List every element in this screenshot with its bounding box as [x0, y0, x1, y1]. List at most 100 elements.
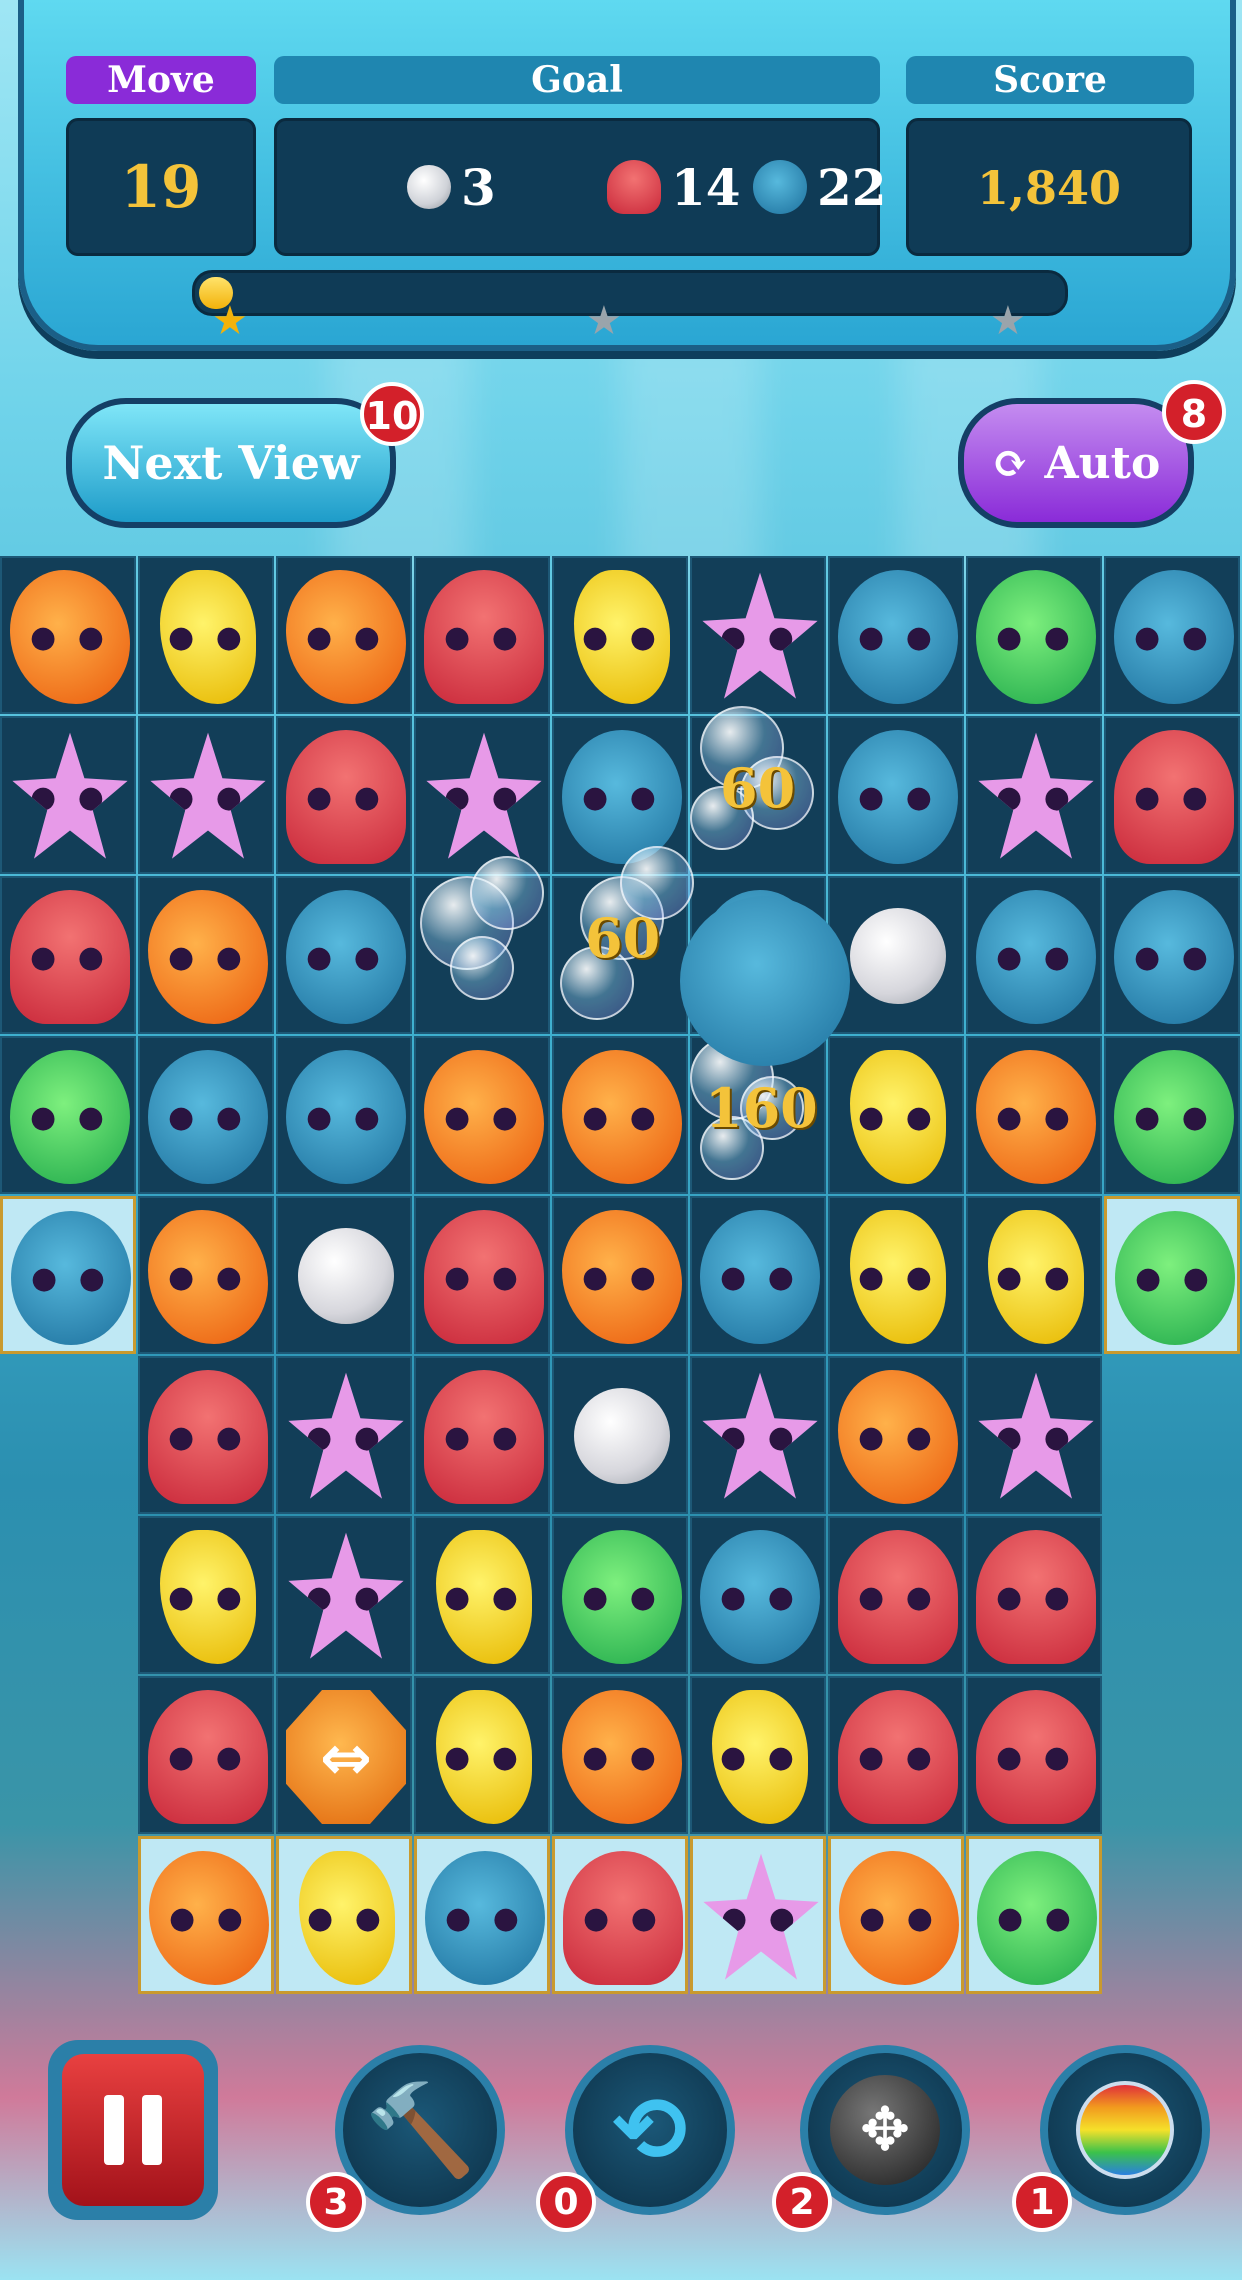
board-cell[interactable]: ● ● [828, 1356, 964, 1514]
next-view-button[interactable]: Next View [66, 398, 396, 528]
board-cell[interactable]: ● ● [552, 1196, 688, 1354]
octopus-piece-icon: ● ● [1114, 730, 1234, 864]
board-cell[interactable]: ● ● [138, 1516, 274, 1674]
board-cell[interactable]: ● ● [966, 1036, 1102, 1194]
board-cell[interactable]: ● ● [966, 1516, 1102, 1674]
dolphin-piece-icon: ● ● [11, 1211, 131, 1345]
board-cell[interactable]: ● ● [0, 876, 136, 1034]
octopus-piece-icon: ● ● [10, 890, 130, 1024]
auto-badge: 8 [1162, 380, 1226, 444]
board-cell[interactable]: ● ● [690, 1516, 826, 1674]
board-cell[interactable]: ● ● [138, 716, 274, 874]
board-cell[interactable]: ● ● [1104, 716, 1240, 874]
board-cell[interactable]: ● ● [1104, 1036, 1240, 1194]
dolphin-piece-icon: ● ● [1114, 890, 1234, 1024]
board-cell[interactable]: ● ● [828, 1516, 964, 1674]
board-cell[interactable]: ● ● [828, 1676, 964, 1834]
shuffle-icon: ⟲ [612, 2077, 688, 2183]
bomb-tool-badge: 2 [772, 2172, 832, 2232]
dolphin-piece-icon: ● ● [976, 890, 1096, 1024]
board-cell[interactable] [276, 1196, 412, 1354]
board-cell[interactable]: ● ● [0, 1036, 136, 1194]
hammer-tool-badge: 3 [306, 2172, 366, 2232]
board-cell[interactable]: ● ● [828, 1196, 964, 1354]
board-cell[interactable]: ● ● [414, 556, 550, 714]
board-cell[interactable]: ● ● [552, 1516, 688, 1674]
octopus-piece-icon: ● ● [976, 1530, 1096, 1664]
star-piece-icon: ● ● [426, 732, 542, 859]
star-piece-icon: ● ● [703, 1853, 819, 1980]
board-cell[interactable]: ● ● [0, 716, 136, 874]
dolphin-piece-icon: ● ● [700, 1530, 820, 1664]
board-cell[interactable]: ● ● [0, 1196, 136, 1354]
board-cell[interactable]: ● ● [690, 1356, 826, 1514]
board-cell[interactable]: ● ● [828, 556, 964, 714]
board-cell[interactable]: ● ● [828, 1036, 964, 1194]
board-cell[interactable]: ● ● [138, 876, 274, 1034]
board-cell[interactable]: ● ● [552, 1676, 688, 1834]
octopus-piece-icon: ● ● [148, 1370, 268, 1504]
seahorse-piece-icon: ● ● [712, 1690, 808, 1824]
board-cell[interactable]: ● ● [138, 1196, 274, 1354]
board-cell[interactable]: ● ● [966, 1356, 1102, 1514]
board-cell[interactable]: ● ● [552, 556, 688, 714]
octopus-piece-icon: ● ● [838, 1530, 958, 1664]
board-cell[interactable]: ● ● [138, 1676, 274, 1834]
board-cell[interactable]: ● ● [690, 1196, 826, 1354]
board-cell[interactable]: ● ● [276, 876, 412, 1034]
board-cell[interactable]: ● ● [966, 556, 1102, 714]
board-cell[interactable]: ● ● [276, 556, 412, 714]
board-cell[interactable]: ● ● [966, 1196, 1102, 1354]
game-board: ● ● ● ● ● ● ● ● ● ● ● ● ● ● ● ● ● ● ● ● ● ● ● ● ● ● ●… [0, 556, 1242, 1996]
board-cell[interactable]: ● ● [138, 1036, 274, 1194]
board-cell[interactable]: ● ● [414, 1196, 550, 1354]
octopus-piece-icon: ● ● [424, 1370, 544, 1504]
board-cell[interactable]: ● ● [1104, 556, 1240, 714]
fish-piece-icon: ● ● [286, 570, 406, 704]
board-cell[interactable]: ● ● [966, 876, 1102, 1034]
board-cell[interactable] [828, 876, 964, 1034]
board-cell[interactable]: ● ● [690, 1676, 826, 1834]
floating-score: 60 [585, 906, 661, 970]
board-cell[interactable]: ● ● [966, 1836, 1102, 1994]
fish-piece-icon: ● ● [562, 1050, 682, 1184]
board-cell[interactable]: ● ● [414, 1836, 550, 1994]
board-cell[interactable]: ● ● [828, 1836, 964, 1994]
board-cell[interactable]: ● ● [276, 1356, 412, 1514]
fish-piece-icon: ● ● [10, 570, 130, 704]
bubble-effect [470, 856, 544, 930]
fish-piece-icon: ● ● [839, 1851, 959, 1985]
board-cell[interactable]: ● ● [690, 1836, 826, 1994]
board-cell[interactable]: ● ● [276, 1036, 412, 1194]
board-cell[interactable]: ● ● [1104, 1196, 1240, 1354]
board-cell[interactable]: ⇔ [276, 1676, 412, 1834]
board-cell[interactable]: ● ● [138, 1356, 274, 1514]
board-cell[interactable] [552, 1356, 688, 1514]
pearl-piece-icon [574, 1388, 670, 1484]
board-cell[interactable]: ● ● [276, 1836, 412, 1994]
board-cell[interactable]: ● ● [552, 1036, 688, 1194]
board-cell[interactable]: ● ● [414, 1356, 550, 1514]
board-cell[interactable]: ● ● [0, 556, 136, 714]
goal-octopus: 14 [607, 157, 741, 217]
board-cell[interactable]: ● ● [966, 716, 1102, 874]
board-cell[interactable]: ● ● [276, 716, 412, 874]
auto-button[interactable]: ⟳ Auto [958, 398, 1194, 528]
board-cell[interactable]: ● ● [966, 1676, 1102, 1834]
move-value: 19 [120, 153, 202, 221]
board-cell[interactable]: ● ● [276, 1516, 412, 1674]
pause-button[interactable] [48, 2040, 218, 2220]
board-cell[interactable]: ● ● [138, 1836, 274, 1994]
board-cell[interactable]: ● ● [414, 1516, 550, 1674]
board-cell[interactable]: ● ● [1104, 876, 1240, 1034]
board-cell[interactable]: ● ● [690, 556, 826, 714]
board-cell[interactable]: ● ● [414, 1036, 550, 1194]
goal-label: Goal [274, 56, 880, 104]
board-cell[interactable]: ● ● [414, 1676, 550, 1834]
shuffle-tool-badge: 0 [536, 2172, 596, 2232]
board-cell[interactable]: ● ● [138, 556, 274, 714]
star-piece-icon: ● ● [978, 732, 1094, 859]
board-cell[interactable]: ● ● [828, 716, 964, 874]
board-cell[interactable]: ● ● [414, 716, 550, 874]
board-cell[interactable]: ● ● [552, 1836, 688, 1994]
